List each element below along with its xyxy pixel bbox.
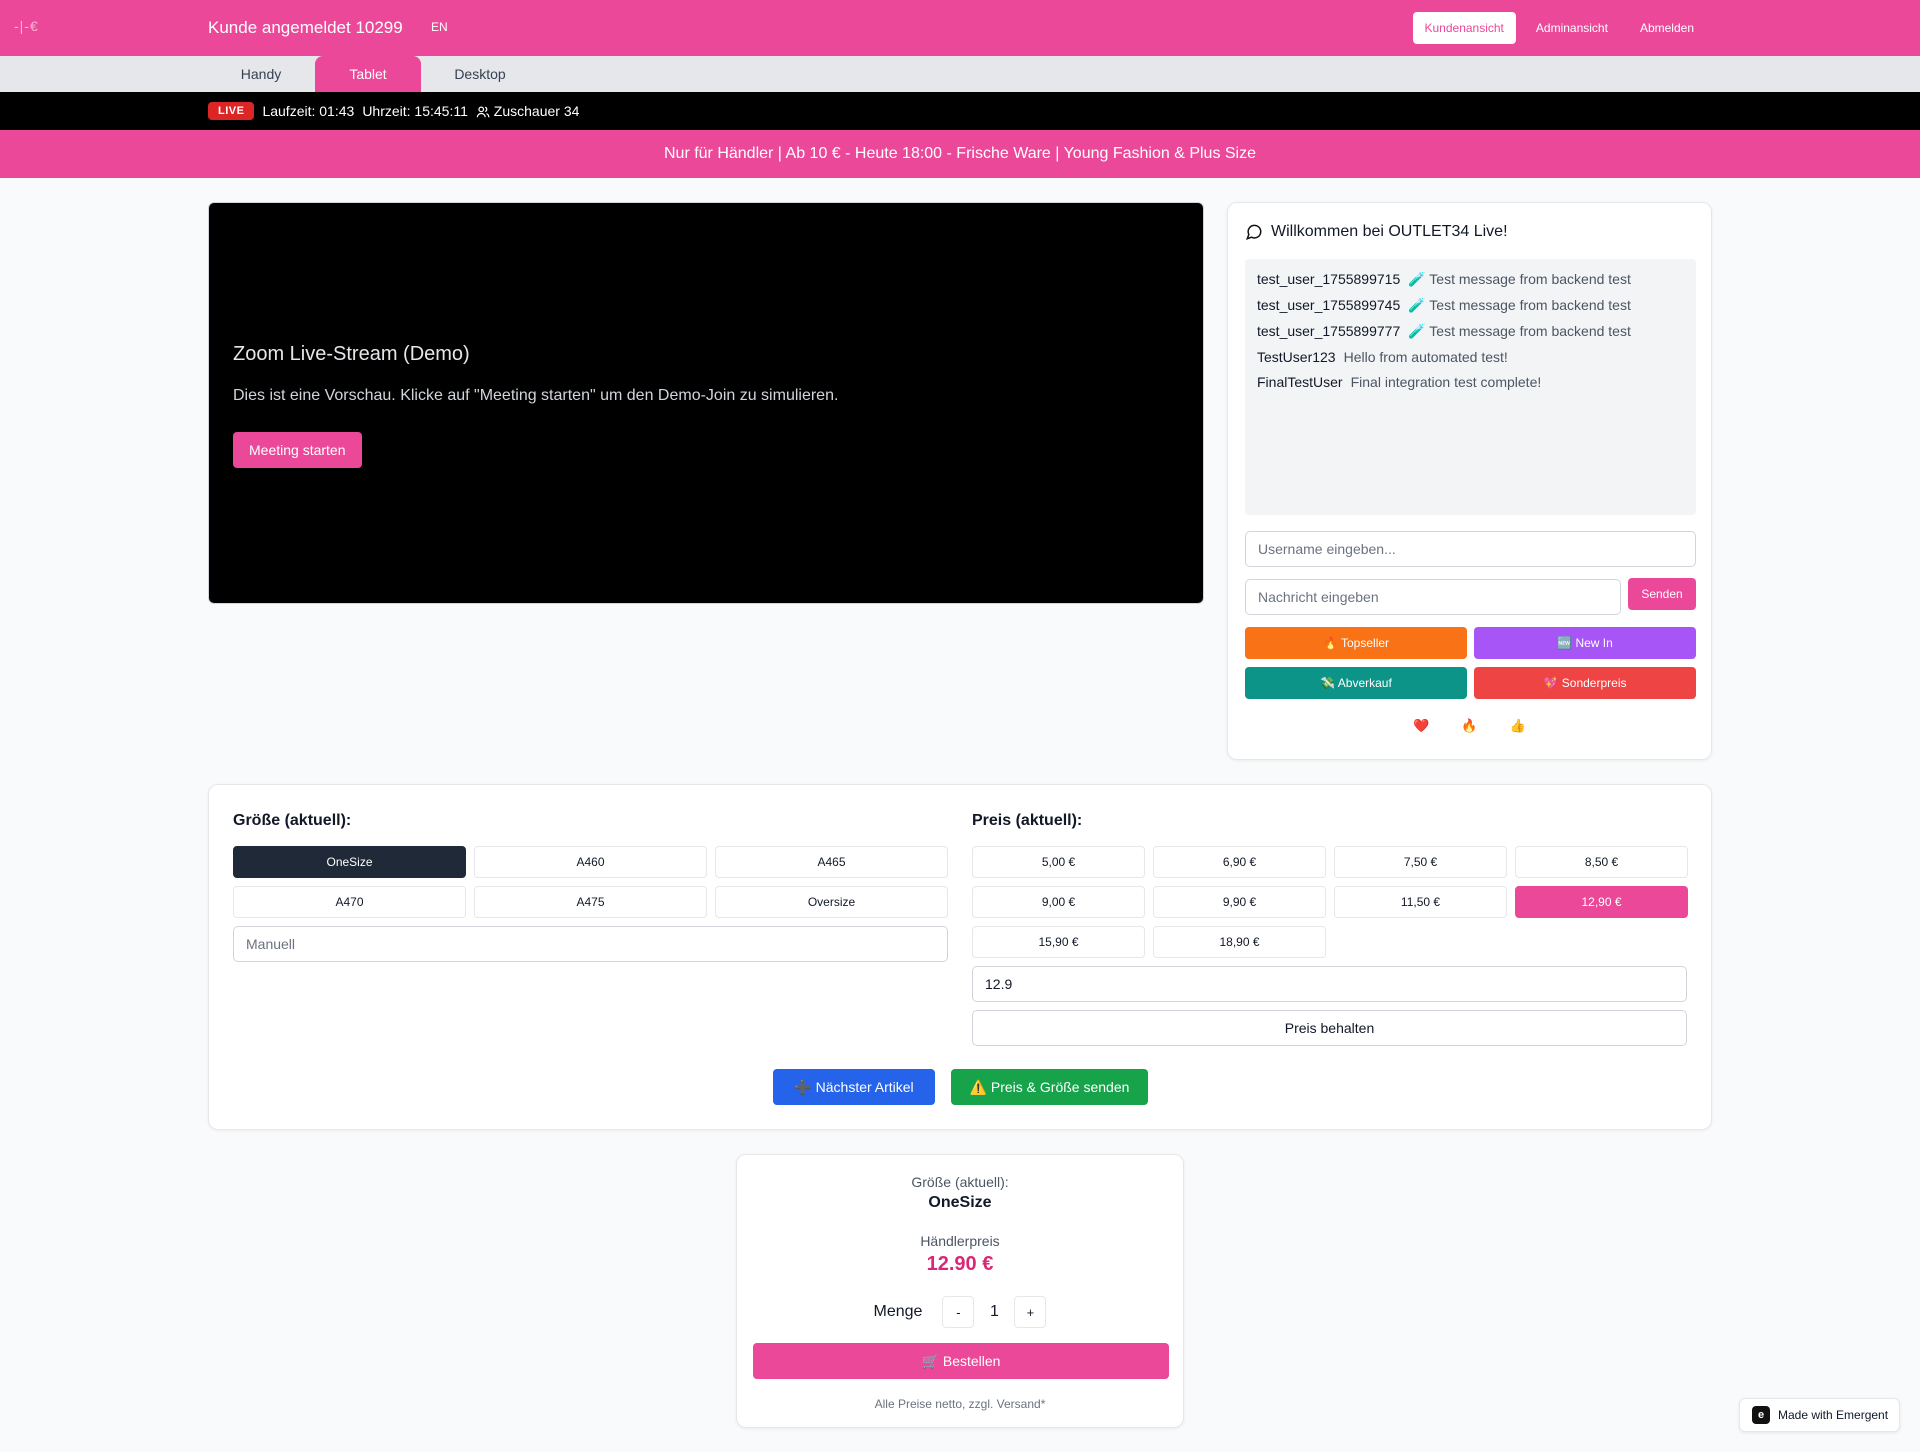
badge-text: Made with Emergent <box>1778 1408 1889 1422</box>
language-toggle[interactable]: EN <box>431 20 448 34</box>
chat-panel: Willkommen bei OUTLET34 Live! test_user_… <box>1227 202 1712 760</box>
quantity-value[interactable]: 1 <box>974 1303 1014 1321</box>
chat-header: Willkommen bei OUTLET34 Live! <box>1245 223 1508 241</box>
size-option[interactable]: A460 <box>474 846 707 878</box>
fire-reaction[interactable]: 🔥 <box>1461 718 1477 734</box>
thumbs-up-reaction[interactable]: 👍 <box>1510 718 1526 734</box>
order-price-value: 12.90 € <box>926 1253 994 1275</box>
viewers: Zuschauer 34 <box>476 102 580 119</box>
runtime: Laufzeit: 01:43 <box>262 103 355 119</box>
chat-message: test_user_1755899715 🧪 Test message from … <box>1257 271 1684 288</box>
chat-username: TestUser123 <box>1257 349 1336 365</box>
heart-reaction[interactable]: ❤️ <box>1413 718 1429 734</box>
price-option[interactable]: 11,50 € <box>1334 886 1507 918</box>
live-status-bar: LIVE Laufzeit: 01:43 Uhrzeit: 15:45:11 Z… <box>0 92 1920 130</box>
tab-tablet[interactable]: Tablet <box>315 56 421 92</box>
tab-handy[interactable]: Handy <box>208 56 314 92</box>
nav-logout[interactable]: Abmelden <box>1628 12 1706 44</box>
made-with-emergent-badge[interactable]: e Made with Emergent <box>1739 1398 1900 1432</box>
price-option[interactable]: 8,50 € <box>1515 846 1688 878</box>
chat-text: Final integration test complete! <box>1350 374 1542 390</box>
manual-size-input[interactable]: Manuell <box>233 926 948 962</box>
order-price-label: Händlerpreis <box>920 1233 1000 1249</box>
chat-bubble-icon <box>1245 224 1262 241</box>
size-option[interactable]: A470 <box>233 886 466 918</box>
video-player[interactable]: Zoom Live-Stream (Demo) Dies ist eine Vo… <box>208 202 1204 604</box>
size-option[interactable]: Oversize <box>715 886 948 918</box>
order-card: Größe (aktuell): OneSize Händlerpreis 12… <box>736 1154 1184 1428</box>
emergent-logo-icon: e <box>1752 1406 1770 1424</box>
viewer-count: Zuschauer 34 <box>493 102 580 119</box>
price-title: Preis (aktuell): <box>972 812 1083 829</box>
video-description: Dies ist eine Vorschau. Klicke auf "Meet… <box>233 387 839 404</box>
size-title: Größe (aktuell): <box>233 812 352 829</box>
chat-username: test_user_1755899745 <box>1257 297 1401 313</box>
quantity-label: Menge <box>873 1303 923 1320</box>
app-logo[interactable]: -|-€ <box>14 18 39 34</box>
price-option[interactable]: 9,00 € <box>972 886 1145 918</box>
top-header: -|-€ Kunde angemeldet 10299 EN Kundenans… <box>0 0 1920 56</box>
users-icon <box>476 106 490 118</box>
new-in-button[interactable]: 🆕 New In <box>1474 627 1696 659</box>
decrement-button[interactable]: - <box>942 1296 975 1328</box>
chat-text: 🧪 Test message from backend test <box>1408 271 1631 287</box>
clock: Uhrzeit: 15:45:11 <box>362 103 468 119</box>
topseller-button[interactable]: 🔥 Topseller <box>1245 627 1467 659</box>
next-article-button[interactable]: ➕ Nächster Artikel <box>773 1069 935 1105</box>
chat-title: Willkommen bei OUTLET34 Live! <box>1271 223 1508 240</box>
chat-message: TestUser123 Hello from automated test! <box>1257 349 1684 365</box>
order-size-value: OneSize <box>928 1194 992 1211</box>
quantity-stepper: Menge - 1 + <box>737 1296 1183 1328</box>
message-input[interactable]: Nachricht eingeben <box>1245 579 1621 615</box>
abverkauf-button[interactable]: 💸 Abverkauf <box>1245 667 1467 699</box>
size-option[interactable]: OneSize <box>233 846 466 878</box>
live-badge: LIVE <box>208 102 255 120</box>
chat-message: test_user_1755899745 🧪 Test message from … <box>1257 297 1684 314</box>
price-option[interactable]: 5,00 € <box>972 846 1145 878</box>
send-price-size-button[interactable]: ⚠️ Preis & Größe senden <box>951 1069 1148 1105</box>
chat-messages[interactable]: test_user_1755899715 🧪 Test message from … <box>1245 259 1696 515</box>
order-size-label: Größe (aktuell): <box>911 1174 1009 1190</box>
increment-button[interactable]: + <box>1014 1296 1047 1328</box>
device-tabs: Handy Tablet Desktop <box>0 56 1920 92</box>
keep-price-button[interactable]: Preis behalten <box>972 1010 1687 1046</box>
price-option[interactable]: 15,90 € <box>972 926 1145 958</box>
order-button[interactable]: 🛒 Bestellen <box>753 1343 1169 1379</box>
main-nav: Kundenansicht Adminansicht Abmelden <box>1412 12 1707 44</box>
chat-message: FinalTestUser Final integration test comp… <box>1257 374 1684 390</box>
price-option[interactable]: 9,90 € <box>1153 886 1326 918</box>
price-note: Alle Preise netto, zzgl. Versand* <box>874 1397 1046 1411</box>
chat-username: test_user_1755899777 <box>1257 323 1401 339</box>
tab-desktop[interactable]: Desktop <box>427 56 533 92</box>
price-option[interactable]: 6,90 € <box>1153 846 1326 878</box>
size-price-panel: Größe (aktuell): OneSize A460 A465 A470 … <box>208 784 1712 1130</box>
username-input[interactable]: Username eingeben... <box>1245 531 1696 567</box>
size-option[interactable]: A465 <box>715 846 948 878</box>
chat-message: test_user_1755899777 🧪 Test message from … <box>1257 323 1684 340</box>
price-option[interactable]: 18,90 € <box>1153 926 1326 958</box>
promo-banner: Nur für Händler | Ab 10 € - Heute 18:00 … <box>0 130 1920 178</box>
reactions-bar: ❤️ 🔥 👍 <box>1228 718 1711 734</box>
nav-admin-view[interactable]: Adminansicht <box>1524 12 1620 44</box>
chat-username: FinalTestUser <box>1257 374 1343 390</box>
chat-text: Hello from automated test! <box>1343 349 1508 365</box>
nav-customer-view[interactable]: Kundenansicht <box>1412 12 1516 44</box>
send-button[interactable]: Senden <box>1628 578 1696 610</box>
sonderpreis-button[interactable]: 💖 Sonderpreis <box>1474 667 1696 699</box>
chat-text: 🧪 Test message from backend test <box>1408 297 1631 313</box>
price-option[interactable]: 7,50 € <box>1334 846 1507 878</box>
price-option[interactable]: 12,90 € <box>1515 886 1688 918</box>
meeting-start-button[interactable]: Meeting starten <box>233 432 362 468</box>
video-title: Zoom Live-Stream (Demo) <box>233 343 470 365</box>
chat-username: test_user_1755899715 <box>1257 271 1401 287</box>
customer-status: Kunde angemeldet 10299 <box>208 18 403 37</box>
price-input[interactable]: 12.9 <box>972 966 1687 1002</box>
chat-text: 🧪 Test message from backend test <box>1408 323 1631 339</box>
size-option[interactable]: A475 <box>474 886 707 918</box>
